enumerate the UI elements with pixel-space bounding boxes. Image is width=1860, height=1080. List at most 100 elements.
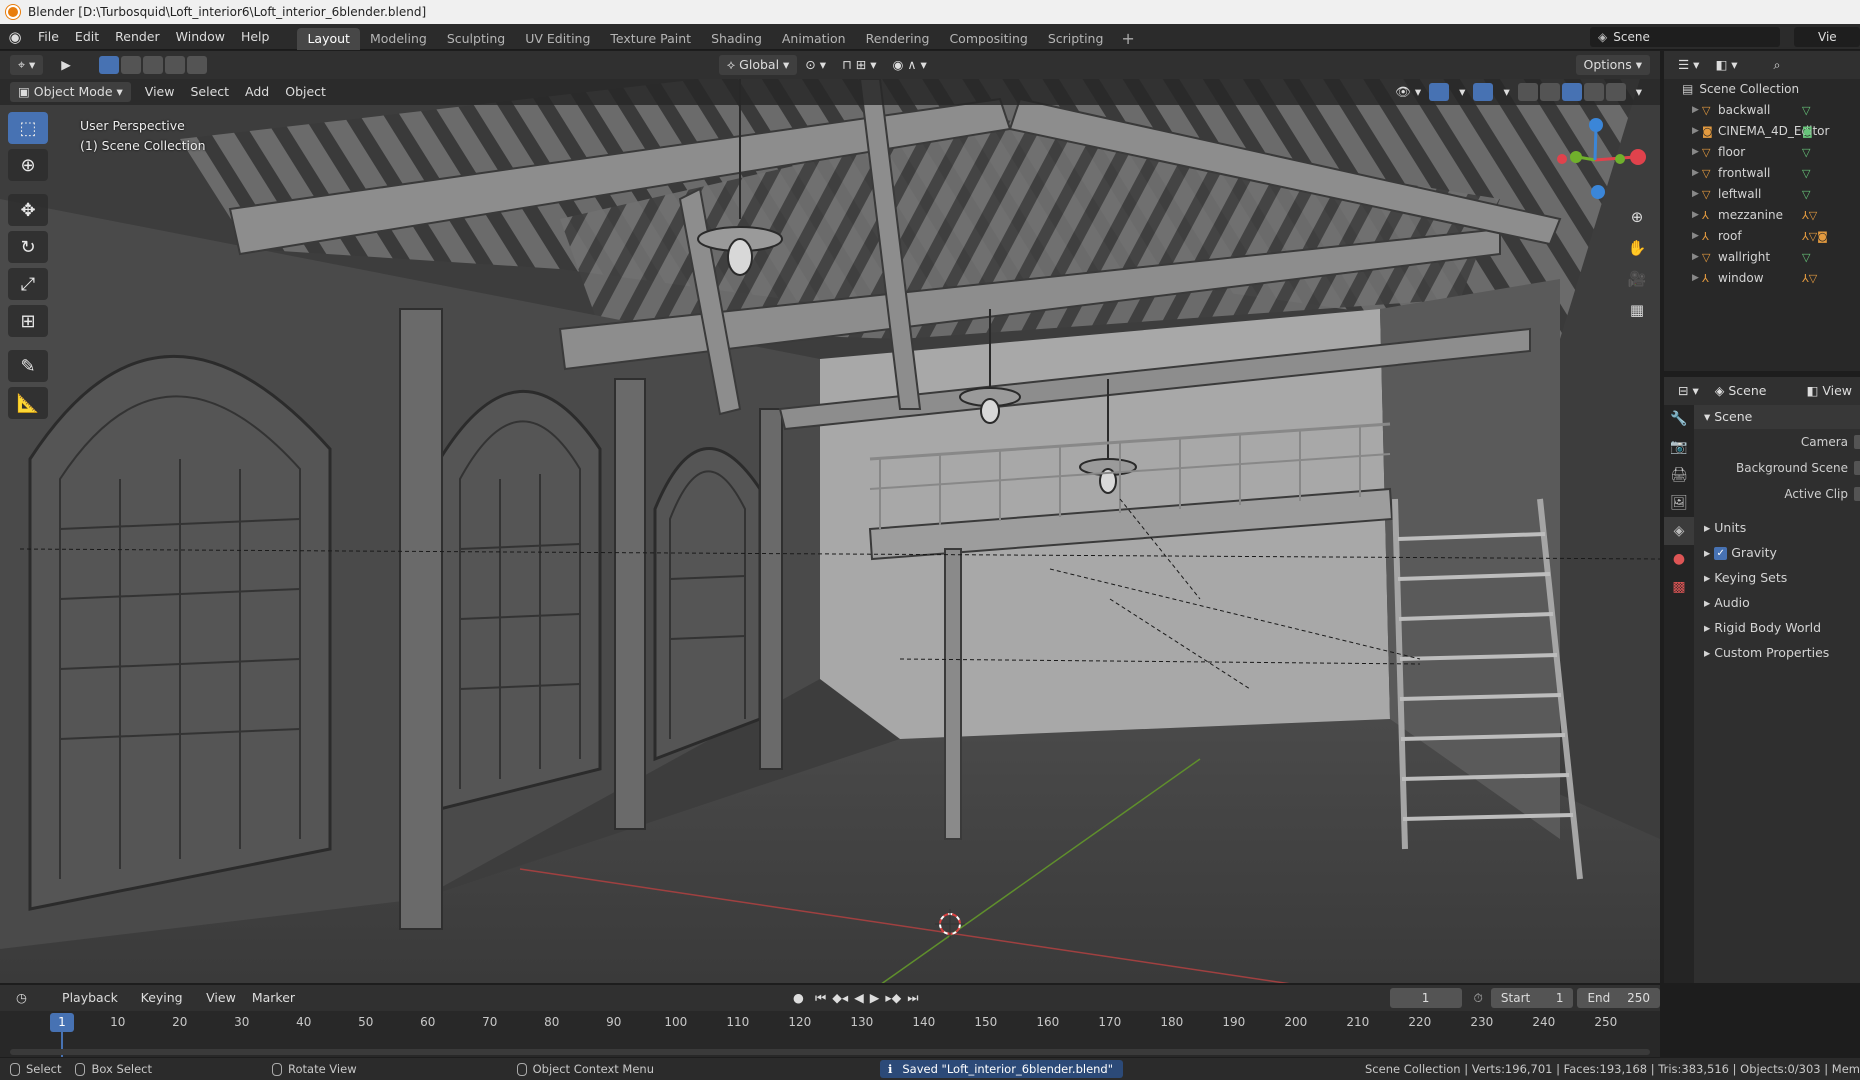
play-icon[interactable]: ▶ — [867, 988, 883, 1008]
gizmo-toggle-icon[interactable] — [1429, 83, 1450, 101]
measure-tool-icon[interactable]: 📐 — [8, 387, 48, 419]
menu-file[interactable]: File — [30, 26, 67, 48]
tool-select-icon[interactable]: ▶ — [53, 55, 79, 75]
menu-timeline-view[interactable]: View — [198, 988, 244, 1008]
mode-dropdown[interactable]: ▣ Object Mode ▾ — [10, 82, 131, 102]
current-frame-indicator[interactable]: 1 — [50, 1013, 74, 1032]
tab-rendering[interactable]: Rendering — [856, 28, 940, 50]
3d-viewport[interactable] — [0, 79, 1660, 983]
timeline[interactable]: 10 20 30 40 50 60 70 80 90 100 110 120 130 140 150 160 1… — [0, 1011, 1660, 1057]
ortho-grid-icon[interactable]: ▦ — [1623, 296, 1651, 324]
outliner-item[interactable]: ▶ ▽ wallright ▽ — [1664, 247, 1860, 268]
expand-icon[interactable]: ▶ — [1692, 226, 1702, 247]
tab-animation[interactable]: Animation — [772, 28, 856, 50]
blender-menu-icon[interactable]: ◉ — [0, 24, 30, 50]
current-frame-field[interactable]: 1 — [1389, 988, 1462, 1008]
properties-editor-type-icon[interactable]: ⊟ ▾ — [1670, 381, 1707, 401]
keying-sets-panel[interactable]: ▸ Keying Sets — [1694, 565, 1860, 590]
proportional-edit-icon[interactable]: ◉ ∧ ▾ — [884, 55, 934, 75]
outliner-item[interactable]: ▶ ⅄ window ⅄▽ — [1664, 268, 1860, 289]
custom-properties-panel[interactable]: ▸ Custom Properties — [1694, 640, 1860, 665]
tab-texture-paint[interactable]: Texture Paint — [600, 28, 701, 50]
tab-shading[interactable]: Shading — [701, 28, 772, 50]
outliner-item[interactable]: ▶ ▽ backwall ▽ — [1664, 100, 1860, 121]
overlays-toggle-icon[interactable] — [1473, 83, 1494, 101]
select-subtract-icon[interactable] — [142, 56, 163, 74]
tab-compositing[interactable]: Compositing — [939, 28, 1037, 50]
menu-marker[interactable]: Marker — [244, 988, 303, 1008]
gravity-checkbox[interactable]: ✓ — [1714, 547, 1728, 560]
outliner-item[interactable]: ▶ ▽ leftwall ▽ — [1664, 184, 1860, 205]
annotate-tool-icon[interactable]: ✎ — [8, 350, 48, 382]
expand-icon[interactable]: ▶ — [1692, 163, 1702, 184]
outliner-item[interactable]: ▶ ⅄ roof ⅄▽◙ — [1664, 226, 1860, 247]
menu-keying[interactable]: Keying ▾ — [133, 988, 199, 1025]
transform-tool-icon[interactable]: ⊞ — [8, 305, 48, 337]
texture-tab-icon[interactable]: ▩ — [1664, 573, 1694, 601]
expand-icon[interactable]: ▶ — [1692, 268, 1702, 289]
play-reverse-icon[interactable]: ◀ — [851, 988, 867, 1008]
options-dropdown[interactable]: Options ▾ — [1575, 55, 1650, 75]
prev-keyframe-icon[interactable]: ◆◂ — [829, 988, 851, 1008]
menu-playback[interactable]: Playback ▾ — [54, 988, 133, 1025]
tab-layout[interactable]: Layout — [297, 27, 360, 50]
outliner-item[interactable]: ▶ ◙ CINEMA_4D_Editor ◙ — [1664, 121, 1860, 142]
outliner-search-icon[interactable]: ⌕ — [1766, 55, 1789, 75]
timeline-ruler[interactable]: 10 20 30 40 50 60 70 80 90 100 110 120 130 140 150 160 1… — [0, 1015, 1660, 1033]
move-tool-icon[interactable]: ✥ — [8, 194, 48, 226]
tool-tab-icon[interactable]: 🔧 — [1664, 405, 1694, 433]
active-clip-field[interactable]: Active Clip — [1694, 481, 1860, 507]
tab-scripting[interactable]: Scripting — [1038, 28, 1114, 50]
menu-edit[interactable]: Edit — [67, 26, 107, 48]
menu-object[interactable]: Object — [277, 82, 334, 102]
select-box-tool-icon[interactable]: ⬚ — [8, 112, 48, 144]
solid-shading-icon[interactable] — [1561, 83, 1582, 101]
timeline-editor-type-icon[interactable]: ◷ ▾ — [8, 988, 44, 1025]
tab-uv-editing[interactable]: UV Editing — [515, 28, 600, 50]
menu-render[interactable]: Render — [107, 26, 168, 48]
wireframe-shading-icon[interactable] — [1539, 83, 1560, 101]
view-layer-tab-icon[interactable]: 🖼 — [1664, 489, 1694, 517]
material-shading-icon[interactable] — [1583, 83, 1604, 101]
properties-view-tab[interactable]: ◧ View — [1799, 381, 1860, 401]
timeline-scrollbar[interactable] — [10, 1049, 1650, 1055]
outliner-root[interactable]: ▤ Scene Collection — [1664, 79, 1860, 100]
render-tab-icon[interactable]: 📷 — [1664, 433, 1694, 461]
navigation-gizmo[interactable] — [1540, 115, 1650, 205]
audio-panel[interactable]: ▸ Audio — [1694, 590, 1860, 615]
expand-icon[interactable]: ▶ — [1692, 121, 1702, 142]
start-frame-field[interactable]: Start 1 — [1490, 988, 1574, 1008]
outliner-item[interactable]: ▶ ▽ frontwall ▽ — [1664, 163, 1860, 184]
outliner-editor-type-icon[interactable]: ☰ ▾ — [1670, 55, 1707, 75]
expand-icon[interactable]: ▶ — [1692, 184, 1702, 205]
expand-icon[interactable]: ▶ — [1692, 100, 1702, 121]
background-scene-field[interactable]: Background Scene — [1694, 455, 1860, 481]
select-extend-icon[interactable] — [120, 56, 141, 74]
menu-add[interactable]: Add — [237, 82, 277, 102]
visibility-icon[interactable]: 👁 ▾ — [1387, 82, 1429, 102]
pan-hand-icon[interactable]: ✋ — [1623, 234, 1651, 262]
overlays-dropdown-icon[interactable]: ▾ — [1495, 82, 1517, 102]
jump-start-icon[interactable]: ⏮ — [812, 988, 829, 1008]
scene-selector[interactable]: ◈ Scene — [1590, 27, 1780, 47]
menu-select[interactable]: Select — [182, 82, 237, 102]
menu-view[interactable]: View — [137, 82, 183, 102]
scene-tab-icon[interactable]: ◈ — [1664, 517, 1694, 545]
units-panel[interactable]: ▸ Units — [1694, 515, 1860, 540]
world-tab-icon[interactable]: ● — [1664, 545, 1694, 573]
snap-icon[interactable]: ⊓ ⊞ ▾ — [834, 55, 884, 75]
select-new-icon[interactable] — [98, 56, 119, 74]
editor-type-button[interactable]: ⌖ ▾ — [10, 55, 44, 75]
jump-end-icon[interactable]: ⏭ — [904, 988, 921, 1008]
shading-dropdown-icon[interactable]: ▾ — [1628, 82, 1650, 102]
scale-tool-icon[interactable]: ⤢ — [8, 268, 48, 300]
record-icon[interactable]: ● — [785, 988, 812, 1008]
expand-icon[interactable]: ▶ — [1692, 247, 1702, 268]
next-keyframe-icon[interactable]: ▸◆ — [882, 988, 904, 1008]
zoom-icon[interactable]: ⊕ — [1623, 203, 1651, 231]
end-frame-field[interactable]: End 250 — [1577, 988, 1660, 1008]
tab-modeling[interactable]: Modeling — [360, 28, 437, 50]
menu-help[interactable]: Help — [233, 26, 278, 48]
outliner-item[interactable]: ▶ ⅄ mezzanine ⅄▽ — [1664, 205, 1860, 226]
camera-view-icon[interactable]: 🎥 — [1623, 265, 1651, 293]
